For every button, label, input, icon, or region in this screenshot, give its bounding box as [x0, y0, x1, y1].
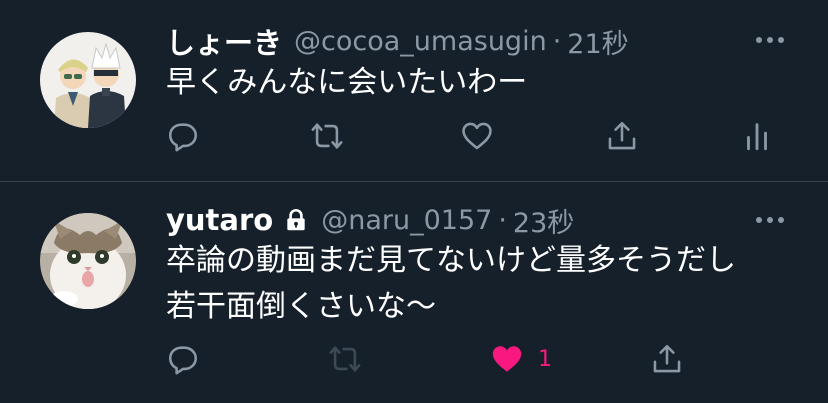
- avatar-illustration: [40, 32, 136, 128]
- avatar[interactable]: [40, 32, 136, 128]
- analytics-button[interactable]: [740, 119, 774, 153]
- avatar[interactable]: [40, 213, 136, 309]
- user-handle[interactable]: @naru_0157: [321, 205, 492, 236]
- tweet-text-line: 早くみんなに会いたいわー: [166, 65, 528, 100]
- like-filled-icon: [492, 346, 522, 372]
- tweet-text-line: 卒論の動画まだ見てないけど量多そうだし: [166, 243, 736, 278]
- display-name[interactable]: yutaro: [166, 203, 273, 237]
- separator-dot: ·: [498, 204, 507, 236]
- user-handle[interactable]: @cocoa_umasugin: [294, 26, 547, 57]
- avatar-cat-photo: [40, 213, 136, 309]
- like-count: 1: [538, 346, 552, 372]
- tweet-text: 卒論の動画まだ見てないけど量多そうだし 若干面倒くさいな〜: [166, 238, 736, 330]
- analytics-icon: [747, 123, 767, 151]
- retweet-button-disabled: [328, 342, 362, 376]
- tweet-header: yutaro @naru_0157 · 23秒: [166, 200, 574, 240]
- reply-icon: [168, 346, 198, 375]
- separator-dot: ·: [552, 25, 562, 57]
- reply-button[interactable]: [166, 342, 200, 376]
- tweet[interactable]: yutaro @naru_0157 · 23秒 卒論の動画まだ見てないけど量多そ…: [0, 182, 828, 403]
- tweet[interactable]: しょーき @cocoa_umasugin · 21秒 早くみんなに会いたいわー: [0, 0, 828, 181]
- share-button[interactable]: [605, 119, 639, 153]
- timestamp[interactable]: 21秒: [567, 22, 628, 61]
- share-button[interactable]: [650, 342, 684, 376]
- more-options-icon[interactable]: [752, 214, 788, 226]
- reply-icon: [168, 123, 198, 152]
- share-icon: [653, 344, 681, 373]
- retweet-icon: [311, 123, 343, 149]
- reply-button[interactable]: [166, 119, 200, 153]
- like-icon: [462, 122, 492, 150]
- like-button[interactable]: 1: [490, 342, 552, 376]
- more-options-icon[interactable]: [752, 34, 788, 46]
- tweet-text-line: 若干面倒くさいな〜: [166, 289, 436, 324]
- timestamp[interactable]: 23秒: [513, 201, 574, 240]
- share-icon: [608, 121, 636, 150]
- tweet-text: 早くみんなに会いたいわー: [166, 60, 527, 106]
- retweet-button[interactable]: [310, 119, 344, 153]
- display-name[interactable]: しょーき: [166, 20, 282, 62]
- retweet-icon: [329, 346, 361, 372]
- tweet-header: しょーき @cocoa_umasugin · 21秒: [166, 21, 629, 61]
- lock-icon: [287, 209, 305, 231]
- like-button[interactable]: [460, 119, 494, 153]
